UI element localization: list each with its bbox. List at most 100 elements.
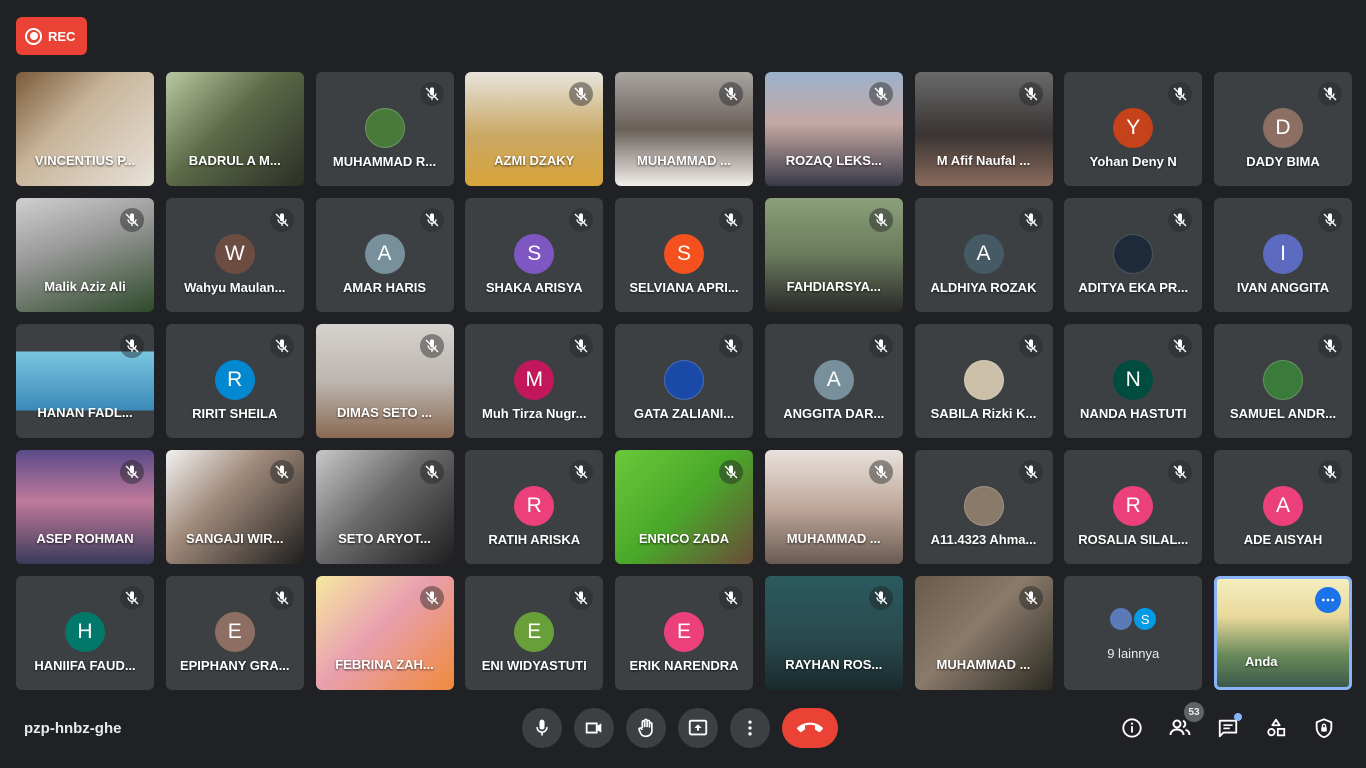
mic-off-icon [120, 208, 144, 232]
profile-photo [963, 486, 1004, 526]
participant-name: HANAN FADL... [37, 405, 133, 420]
avatar: W [214, 234, 255, 274]
participant-name: RATIH ARISKA [488, 532, 581, 547]
end-call-button[interactable] [782, 708, 838, 748]
participant-tile[interactable]: MUHAMMAD ... [615, 72, 753, 186]
mic-off-icon [868, 208, 893, 232]
chat-button[interactable] [1210, 710, 1246, 746]
participant-tile[interactable]: S SHAKA ARISYA [465, 198, 604, 312]
participant-tile[interactable]: AZMI DZAKY [465, 72, 604, 186]
participant-tile[interactable]: SETO ARYOT... [315, 450, 454, 564]
avatar: H [65, 612, 105, 652]
participant-tile[interactable]: SANGAJI WIR... [165, 450, 304, 564]
participant-tile[interactable]: R RATIH ARISKA [465, 450, 604, 564]
participant-tile[interactable]: ENRICO ZADA [615, 450, 753, 564]
meeting-details-button[interactable] [1114, 710, 1150, 746]
participant-tile[interactable]: M Muh Tirza Nugr... [465, 324, 604, 438]
mic-off-icon [1018, 460, 1043, 484]
participant-tile[interactable]: SABILA Rizki K... [914, 324, 1053, 438]
participant-name: GATA ZALIANI... [633, 406, 735, 421]
participant-tile[interactable]: R RIRIT SHEILA [165, 324, 304, 438]
more-vert-icon [748, 720, 752, 736]
profile-photo [1113, 234, 1154, 274]
present-screen-button[interactable] [678, 708, 718, 748]
participant-tile[interactable]: E EPIPHANY GRA... [165, 576, 304, 690]
participant-tile[interactable]: ASEP ROHMAN [16, 450, 154, 564]
participant-tile[interactable]: I IVAN ANGGITA [1214, 198, 1352, 312]
participant-tile[interactable]: DIMAS SETO ... [315, 324, 454, 438]
participant-tile[interactable]: R ROSALIA SILAL... [1064, 450, 1203, 564]
participant-tile[interactable]: ADITYA EKA PR... [1064, 198, 1203, 312]
participant-tile[interactable]: Y Yohan Deny N [1064, 72, 1203, 186]
avatar: E [214, 612, 255, 652]
profile-photo [1263, 360, 1303, 400]
raise-hand-button[interactable] [626, 708, 666, 748]
participant-tile[interactable]: MUHAMMAD R... [315, 72, 454, 186]
participant-tile[interactable]: A ANGGITA DAR... [764, 324, 903, 438]
participant-tile[interactable]: SAMUEL ANDR... [1214, 324, 1352, 438]
camera-button[interactable] [574, 708, 614, 748]
participant-name: AMAR HARIS [342, 280, 427, 295]
mic-off-icon [120, 586, 144, 610]
participant-count-badge: 53 [1184, 702, 1204, 722]
activities-button[interactable] [1258, 710, 1294, 746]
mic-off-icon [1318, 460, 1342, 484]
mic-off-icon [1018, 208, 1043, 232]
participant-tile[interactable]: W Wahyu Maulan... [165, 198, 304, 312]
mic-off-icon [269, 586, 294, 610]
participant-name: RAYHAN ROS... [785, 657, 883, 672]
profile-photo [1108, 606, 1135, 632]
participant-name: MUHAMMAD R... [332, 154, 437, 169]
participant-tile[interactable]: Malik Aziz Ali [16, 198, 154, 312]
participant-tile[interactable]: A ALDHIYA ROZAK [914, 198, 1053, 312]
participant-name: SABILA Rizki K... [930, 406, 1037, 421]
participant-name: AZMI DZAKY [494, 153, 575, 168]
participant-tile[interactable]: M Afif Naufal ... [914, 72, 1053, 186]
participant-tile[interactable]: A11.4323 Ahma... [914, 450, 1053, 564]
more-participants-tile[interactable]: S 9 lainnya [1064, 576, 1203, 690]
participant-tile[interactable]: S SELVIANA APRI... [615, 198, 753, 312]
more-horiz-icon[interactable] [1315, 587, 1341, 613]
mic-off-icon [1168, 334, 1193, 358]
mic-off-icon [1168, 208, 1193, 232]
participant-tile[interactable]: ROZAQ LEKS... [764, 72, 903, 186]
participant-name: MUHAMMAD ... [637, 153, 731, 168]
avatar: N [1113, 360, 1154, 400]
participant-tile[interactable]: A AMAR HARIS [315, 198, 454, 312]
participant-name: ROZAQ LEKS... [785, 153, 882, 168]
participant-tile[interactable]: E ERIK NARENDRA [615, 576, 753, 690]
profile-photo [963, 360, 1004, 400]
participant-name: Wahyu Maulan... [184, 280, 286, 295]
mic-off-icon [1318, 334, 1342, 358]
participant-tile[interactable]: BADRUL A M... [165, 72, 304, 186]
more-options-button[interactable] [730, 708, 770, 748]
avatar: M [514, 360, 555, 400]
mic-off-icon [419, 208, 444, 232]
info-icon [1122, 718, 1142, 738]
participant-name: SELVIANA APRI... [629, 280, 739, 295]
participant-tile[interactable]: N NANDA HASTUTI [1064, 324, 1203, 438]
participant-tile[interactable]: FEBRINA ZAH... [315, 576, 454, 690]
recording-badge[interactable]: REC [16, 17, 87, 55]
participant-tile[interactable]: D DADY BIMA [1214, 72, 1352, 186]
self-tile[interactable]: Anda [1214, 576, 1352, 690]
mic-off-icon [569, 208, 594, 232]
participant-tile[interactable]: MUHAMMAD ... [764, 450, 903, 564]
present-icon [688, 719, 708, 736]
participant-tile[interactable]: HANAN FADL... [16, 324, 154, 438]
participant-tile[interactable]: GATA ZALIANI... [615, 324, 753, 438]
participant-tile[interactable]: FAHDIARSYA... [764, 198, 903, 312]
participant-tile[interactable]: A ADE AISYAH [1214, 450, 1352, 564]
mic-off-icon [269, 334, 294, 358]
participant-name: FEBRINA ZAH... [335, 657, 434, 672]
participant-tile[interactable]: MUHAMMAD ... [914, 576, 1053, 690]
participant-name: HANIIFA FAUD... [34, 658, 136, 673]
microphone-button[interactable] [522, 708, 562, 748]
participant-tile[interactable]: RAYHAN ROS... [764, 576, 903, 690]
participant-name: MUHAMMAD ... [786, 531, 881, 546]
participant-tile[interactable]: H HANIIFA FAUD... [16, 576, 154, 690]
participant-tile[interactable]: E ENI WIDYASTUTI [465, 576, 604, 690]
participant-tile[interactable]: VINCENTIUS P... [16, 72, 154, 186]
host-controls-button[interactable] [1306, 710, 1342, 746]
participants-button[interactable]: 53 [1162, 702, 1204, 746]
